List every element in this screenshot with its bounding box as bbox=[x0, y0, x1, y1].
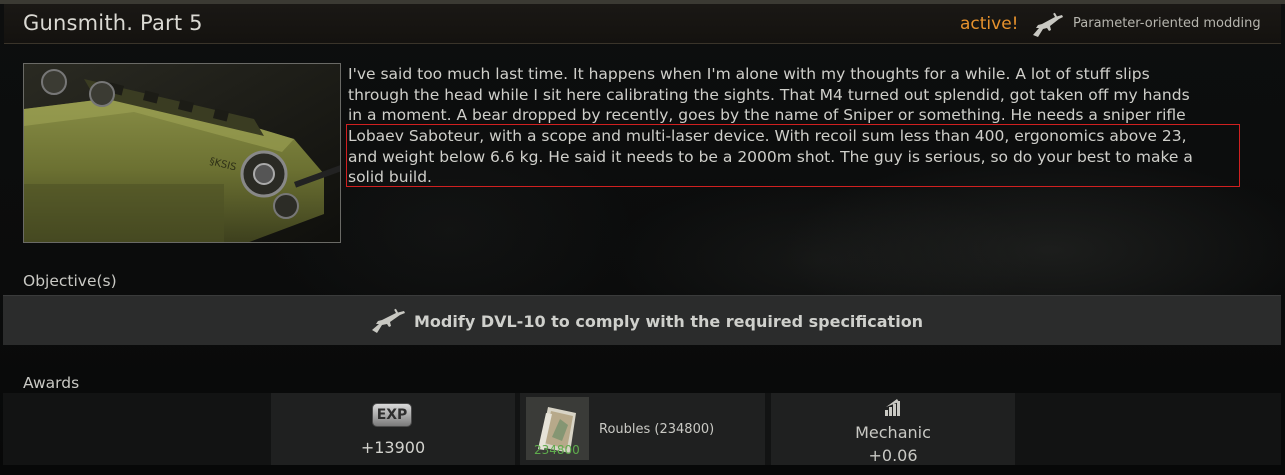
quest-status: active! bbox=[960, 14, 1019, 34]
awards-label: Awards bbox=[23, 374, 80, 392]
quest-header: Gunsmith. Part 5 active! Parameter-orien… bbox=[4, 4, 1281, 44]
roubles-count: 234800 bbox=[534, 443, 580, 457]
skill-name: Mechanic bbox=[855, 423, 931, 442]
roubles-stack-icon[interactable]: 234800 bbox=[526, 397, 589, 460]
award-exp: EXP +13900 bbox=[271, 393, 515, 465]
roubles-label: Roubles (234800) bbox=[599, 422, 715, 437]
award-roubles[interactable]: 234800 Roubles (234800) bbox=[520, 393, 765, 465]
rifle-icon bbox=[1030, 11, 1064, 39]
quest-type-label: Parameter-oriented modding bbox=[1073, 16, 1261, 31]
rifle-icon bbox=[370, 308, 406, 334]
exp-value: +13900 bbox=[360, 438, 426, 457]
description-line: through the head while I sit here calibr… bbox=[348, 85, 1190, 104]
skill-value: +0.06 bbox=[868, 446, 918, 465]
description-line: I've said too much last time. It happens… bbox=[348, 65, 1150, 83]
objectives-label: Objective(s) bbox=[23, 272, 117, 290]
exp-badge-icon: EXP bbox=[372, 403, 412, 427]
objective-text: Modify DVL-10 to comply with the require… bbox=[414, 312, 924, 331]
highlight-box bbox=[346, 124, 1240, 187]
description-line: in a moment. A bear dropped by recently,… bbox=[348, 106, 1186, 125]
objective-item[interactable]: Modify DVL-10 to comply with the require… bbox=[3, 295, 1281, 345]
award-skill: Mechanic +0.06 bbox=[771, 393, 1015, 465]
quest-title: Gunsmith. Part 5 bbox=[23, 11, 203, 35]
quest-image: §KSIS bbox=[23, 63, 341, 243]
mechanic-skill-icon bbox=[883, 397, 903, 417]
